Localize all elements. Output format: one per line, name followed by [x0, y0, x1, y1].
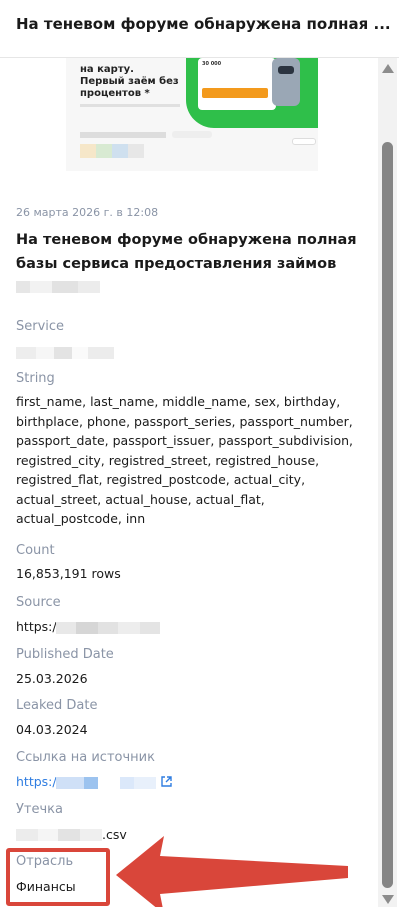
preview-logos-strip	[80, 132, 166, 138]
preview-loan-card: 30 000	[198, 58, 276, 110]
source-value: https:/	[16, 619, 57, 634]
scroll-up-arrow-icon[interactable]	[382, 64, 394, 73]
preview-subtext	[80, 104, 180, 107]
preview-chip	[292, 138, 316, 145]
source-value-redacted	[56, 622, 160, 634]
scrollbar-thumb[interactable]	[382, 142, 393, 888]
service-value-redacted	[16, 347, 114, 359]
annotation-highlight-box	[6, 848, 110, 906]
annotation-arrow-icon	[116, 836, 348, 907]
string-value: first_name, last_name, middle_name, sex,…	[16, 394, 353, 526]
preview-headline: на карту. Первый заём без процентов *	[80, 64, 179, 99]
source-link[interactable]: https:/	[16, 774, 57, 789]
preview-card-button	[202, 88, 268, 98]
preview-card-amount: 30 000	[202, 61, 222, 67]
service-label: Service	[16, 319, 65, 334]
redacted-text	[16, 281, 100, 293]
article-title: На теневом форуме обнаружена полная базы…	[16, 232, 357, 272]
preview-redacted-strip	[80, 144, 144, 158]
article-preview-image[interactable]: на карту. Первый заём без процентов * 30…	[66, 58, 318, 171]
leaked-date-value: 04.03.2024	[16, 722, 88, 737]
panel-header: На теневом форуме обнаружена полная ...	[0, 0, 399, 58]
published-date-value: 25.03.2026	[16, 671, 88, 686]
source-link-label: Ссылка на источник	[16, 750, 155, 765]
external-link-icon[interactable]	[160, 775, 173, 788]
source-link-redacted[interactable]	[56, 777, 156, 789]
count-value: 16,853,191 rows	[16, 566, 121, 581]
article-panel[interactable]: на карту. Первый заём без процентов * 30…	[0, 58, 376, 907]
string-label: String	[16, 371, 55, 386]
panel-title: На теневом форуме обнаружена полная ...	[16, 15, 391, 33]
published-date-label: Published Date	[16, 647, 114, 662]
leak-file-redacted	[16, 829, 102, 841]
source-label: Source	[16, 595, 61, 610]
article-date: 26 марта 2026 г. в 12:08	[16, 206, 159, 219]
scroll-down-arrow-icon[interactable]	[382, 895, 394, 904]
leak-label: Утечка	[16, 802, 63, 817]
count-label: Count	[16, 543, 55, 558]
preview-robot-image	[272, 58, 300, 106]
leaked-date-label: Leaked Date	[16, 698, 98, 713]
preview-pill	[172, 131, 212, 138]
